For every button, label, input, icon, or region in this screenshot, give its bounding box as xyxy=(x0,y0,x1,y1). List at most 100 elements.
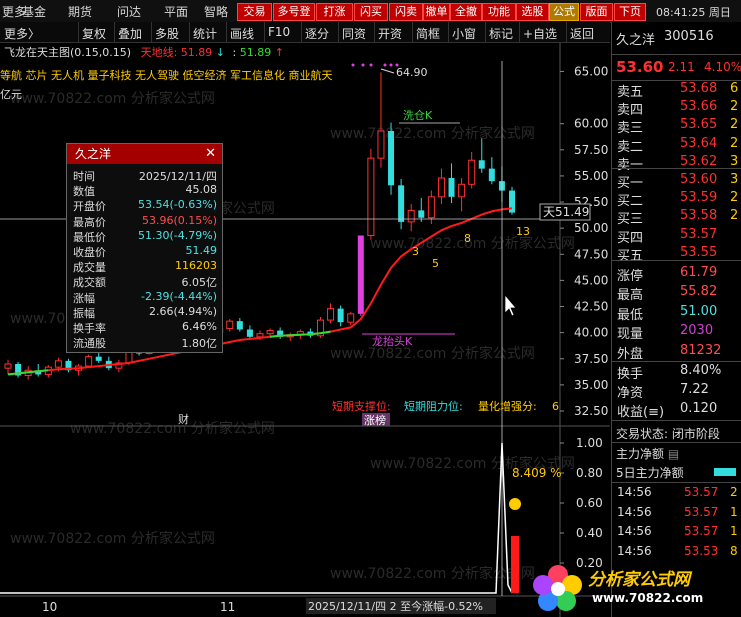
toolbar-item-1[interactable]: 叠加 xyxy=(118,25,142,42)
candle-body xyxy=(357,235,364,314)
info-row-key: 涨幅 xyxy=(73,291,95,305)
candle-body xyxy=(388,131,395,186)
toolbar-item-0[interactable]: 复权 xyxy=(82,25,106,42)
tick-row: 14:56 53.57 2 xyxy=(612,485,741,502)
top-button-11[interactable]: 下页 xyxy=(614,3,646,21)
info-row-key: 成交量 xyxy=(73,261,106,275)
top-button-5[interactable]: 撤单 xyxy=(423,3,450,21)
bid-row-label: 买四 xyxy=(617,230,644,246)
ask-row[interactable]: 卖三 53.65 2 xyxy=(612,117,741,136)
stat-row[interactable]: 涨停 61.79 xyxy=(612,265,741,284)
bid-row[interactable]: 买一 53.60 3 xyxy=(612,172,741,191)
toolbar-item-7[interactable]: 同资 xyxy=(342,25,366,42)
stat-row[interactable]: 现量 2030 xyxy=(612,323,741,342)
ask-row-qty: 3 xyxy=(730,153,739,169)
toolbar-item-4[interactable]: 画线 xyxy=(230,25,254,42)
bid-row[interactable]: 买三 53.58 2 xyxy=(612,208,741,227)
info-row: 时间 2025/12/11/四 xyxy=(73,168,217,183)
toolbar-item-3[interactable]: 统计 xyxy=(193,25,217,42)
count-label-5: 5 xyxy=(432,257,439,270)
toolbar-separator xyxy=(151,22,152,42)
candle-body xyxy=(337,308,344,323)
menu-futures[interactable]: 期货 xyxy=(68,3,92,20)
price-axis-label: 35.00 xyxy=(574,378,608,392)
menu-plane[interactable]: 平面 xyxy=(164,3,188,20)
toolbar-separator xyxy=(374,22,375,42)
top-button-9[interactable]: 公式 xyxy=(549,3,579,21)
info-row-key: 收盘价 xyxy=(73,246,106,259)
info-row: 开盘价 53.54(-0.63%) xyxy=(73,198,217,213)
mouse-cursor-icon xyxy=(504,294,517,317)
tiandi-value2: 51.89 xyxy=(239,46,272,59)
title-sep: : xyxy=(232,46,237,59)
bid-row-value: 53.57 xyxy=(680,226,718,242)
stat-row[interactable]: 外盘 81232 xyxy=(612,343,741,362)
info-row: 成交额 6.05亿 xyxy=(73,274,218,290)
smiley-icon xyxy=(509,498,521,510)
ask-row[interactable]: 卖五 53.68 6 xyxy=(612,81,741,100)
candle-body xyxy=(377,130,385,159)
concept-tags: 等航 芯片 无人机 量子科技 无人驾驶 低空经济 军工信息化 商业航天 xyxy=(0,69,333,82)
toolbar-item-13[interactable]: 返回 xyxy=(570,25,594,42)
toolbar-item-6[interactable]: 逐分 xyxy=(305,25,329,42)
price-axis-label: 40.00 xyxy=(574,326,608,340)
signal-dot xyxy=(361,63,365,67)
tick-row: 14:56 53.53 8 xyxy=(612,544,741,561)
signal-dot xyxy=(383,63,387,67)
watermark-text: www.70822.com 分析家公式网 xyxy=(370,235,575,252)
toolbar-item-8[interactable]: 开资 xyxy=(378,25,402,42)
toolbar-item-10[interactable]: 小窗 xyxy=(452,25,476,42)
top-button-0[interactable]: 交易 xyxy=(237,3,272,21)
top-button-8[interactable]: 选股 xyxy=(516,3,549,21)
bid-row[interactable]: 买四 53.57 xyxy=(612,226,741,246)
stat-row-value: 55.82 xyxy=(680,284,718,300)
stat-row-value: 61.79 xyxy=(680,265,718,280)
stat2-row[interactable]: 净资 7.22 xyxy=(612,382,741,401)
toolbar-item-12[interactable]: +自选 xyxy=(523,25,557,42)
candle-body xyxy=(85,356,93,367)
info-row: 涨幅 -2.39(-4.44%) xyxy=(73,290,217,305)
close-icon[interactable]: ✕ xyxy=(205,144,216,164)
tick-qty: 2 xyxy=(730,485,738,499)
ask-row[interactable]: 卖四 53.66 2 xyxy=(612,99,741,118)
toolbar-item-11[interactable]: 标记 xyxy=(489,25,513,42)
menu-wenda[interactable]: 问达 xyxy=(117,3,141,20)
candle-body xyxy=(407,209,415,223)
stat2-row-value: 8.40% xyxy=(680,363,722,378)
bid-row[interactable]: 买二 53.59 2 xyxy=(612,190,741,209)
toolbar-more[interactable]: 更多〉 xyxy=(4,25,40,42)
toolbar-item-5[interactable]: F10 xyxy=(268,25,290,39)
ask-row[interactable]: 卖二 53.64 2 xyxy=(612,135,741,155)
stat-row[interactable]: 最低 51.00 xyxy=(612,303,741,323)
top-button-1[interactable]: 多号登 xyxy=(273,3,315,21)
candle-body xyxy=(488,168,495,182)
stat-row[interactable]: 最高 55.82 xyxy=(612,284,741,303)
candle-body xyxy=(246,329,253,337)
info-row-key: 换手率 xyxy=(73,322,106,335)
toolbar-separator xyxy=(114,22,115,42)
info-row-value: 6.05亿 xyxy=(181,276,218,290)
chart-title: 飞龙在天主图(0.15,0.15) 天地线: 51.89 ↓ : 51.89 ↑ xyxy=(4,44,284,60)
tick-price: 53.53 xyxy=(684,543,719,558)
info-popup-title: 久之洋 xyxy=(75,147,112,161)
price-change-pct: 4.10% xyxy=(704,60,741,74)
candle-body xyxy=(327,308,335,321)
top-button-7[interactable]: 功能 xyxy=(482,3,516,21)
watermark-text: www.70822.com 分析家公式网 xyxy=(10,90,215,107)
ask-row-qty: 2 xyxy=(730,99,739,115)
stat2-row[interactable]: 换手 8.40% xyxy=(612,363,741,382)
candle-body xyxy=(266,330,274,335)
menu-strategy[interactable]: 智略 xyxy=(204,3,228,20)
toolbar-item-9[interactable]: 简框 xyxy=(416,25,440,42)
stat-row-value: 51.00 xyxy=(680,303,718,319)
top-button-4[interactable]: 闪卖 xyxy=(389,3,423,21)
toolbar-item-2[interactable]: 多股 xyxy=(155,25,179,42)
ask-row-value: 53.64 xyxy=(680,135,718,151)
menu-fund[interactable]: 基金 xyxy=(22,3,46,20)
ask-row-label: 卖一 xyxy=(617,157,644,173)
stat2-row[interactable]: 收益(≡) 0.120 xyxy=(612,401,741,420)
top-button-3[interactable]: 闪买 xyxy=(354,3,388,21)
top-button-10[interactable]: 版面 xyxy=(580,3,613,21)
top-button-2[interactable]: 打涨 xyxy=(316,3,353,21)
top-button-6[interactable]: 全撤 xyxy=(450,3,482,21)
